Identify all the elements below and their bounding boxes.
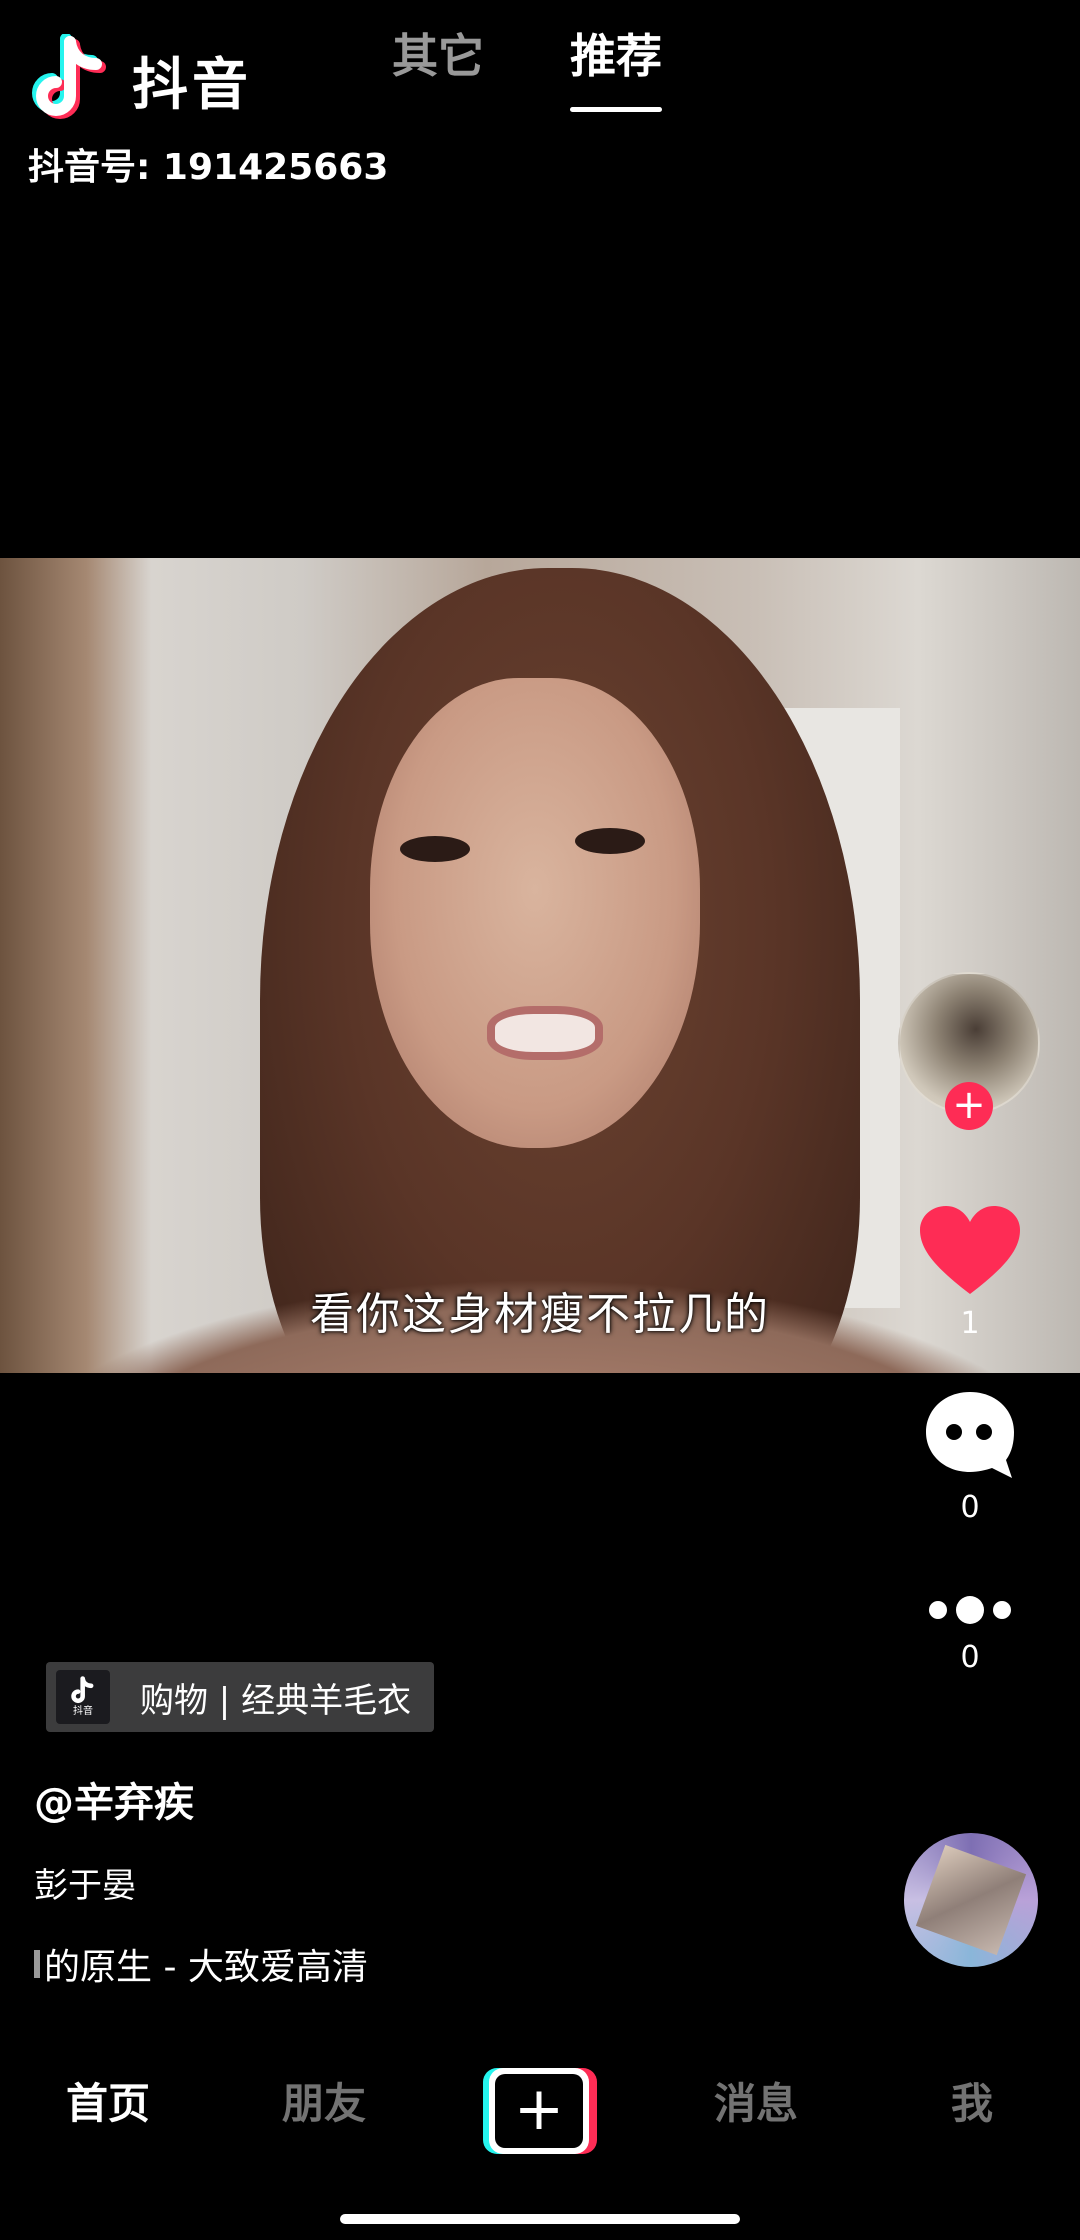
- music-cover-image: [915, 1844, 1027, 1956]
- plus-icon[interactable]: +: [495, 2074, 583, 2148]
- comment-count: 0: [960, 1490, 980, 1525]
- author-username[interactable]: @辛弃疾: [34, 1770, 194, 1828]
- create-button[interactable]: +: [483, 2068, 597, 2154]
- share-count: 0: [960, 1640, 980, 1675]
- app-logo: 抖音: [30, 34, 252, 126]
- comment-button[interactable]: 0: [910, 1388, 1030, 1525]
- like-button[interactable]: 1: [910, 1204, 1030, 1341]
- more-dots-icon[interactable]: [920, 1590, 1020, 1630]
- nav-me[interactable]: 我: [951, 2070, 993, 2131]
- video-person-mouth: [487, 1006, 603, 1060]
- shopping-label: 购物 | 经典羊毛衣: [140, 1680, 412, 1721]
- video-description: 彭于晏: [34, 1866, 136, 1906]
- nav-messages[interactable]: 消息: [714, 2070, 798, 2131]
- home-indicator[interactable]: [340, 2214, 740, 2224]
- like-count: 1: [960, 1306, 980, 1341]
- comment-icon[interactable]: [920, 1388, 1020, 1480]
- share-button[interactable]: 0: [910, 1590, 1030, 1675]
- top-tabs: 其它 推荐: [392, 20, 662, 112]
- heart-icon[interactable]: [918, 1204, 1022, 1296]
- music-marquee[interactable]: 的原生 - 大致爱高清: [34, 1938, 368, 1990]
- tiktok-logo-icon: [32, 34, 106, 119]
- app-name: 抖音: [132, 52, 252, 118]
- tiktok-mini-logo-icon: [71, 1676, 94, 1704]
- author-avatar-button[interactable]: +: [898, 972, 1040, 1130]
- video-person-eye: [575, 828, 645, 854]
- follow-plus-icon[interactable]: +: [945, 1082, 993, 1130]
- music-note-icon: [34, 1950, 40, 1978]
- nav-home[interactable]: 首页: [66, 2070, 150, 2131]
- tab-other[interactable]: 其它: [392, 20, 484, 112]
- music-disc-button[interactable]: [904, 1833, 1038, 1967]
- shopping-tag[interactable]: 抖音 购物 | 经典羊毛衣: [46, 1662, 434, 1732]
- account-id: 抖音号: 191425663: [28, 147, 389, 188]
- nav-friends[interactable]: 朋友: [282, 2070, 366, 2131]
- shop-icon-text: 抖音: [73, 1706, 93, 1717]
- tab-recommend[interactable]: 推荐: [570, 20, 662, 112]
- music-title: 的原生 - 大致爱高清: [44, 1947, 368, 1988]
- bottom-navigation: 首页 朋友 + 消息 我: [0, 2068, 1080, 2170]
- video-person-face: [370, 678, 700, 1148]
- video-person-eye: [400, 836, 470, 862]
- douyin-shop-icon: 抖音: [56, 1670, 110, 1724]
